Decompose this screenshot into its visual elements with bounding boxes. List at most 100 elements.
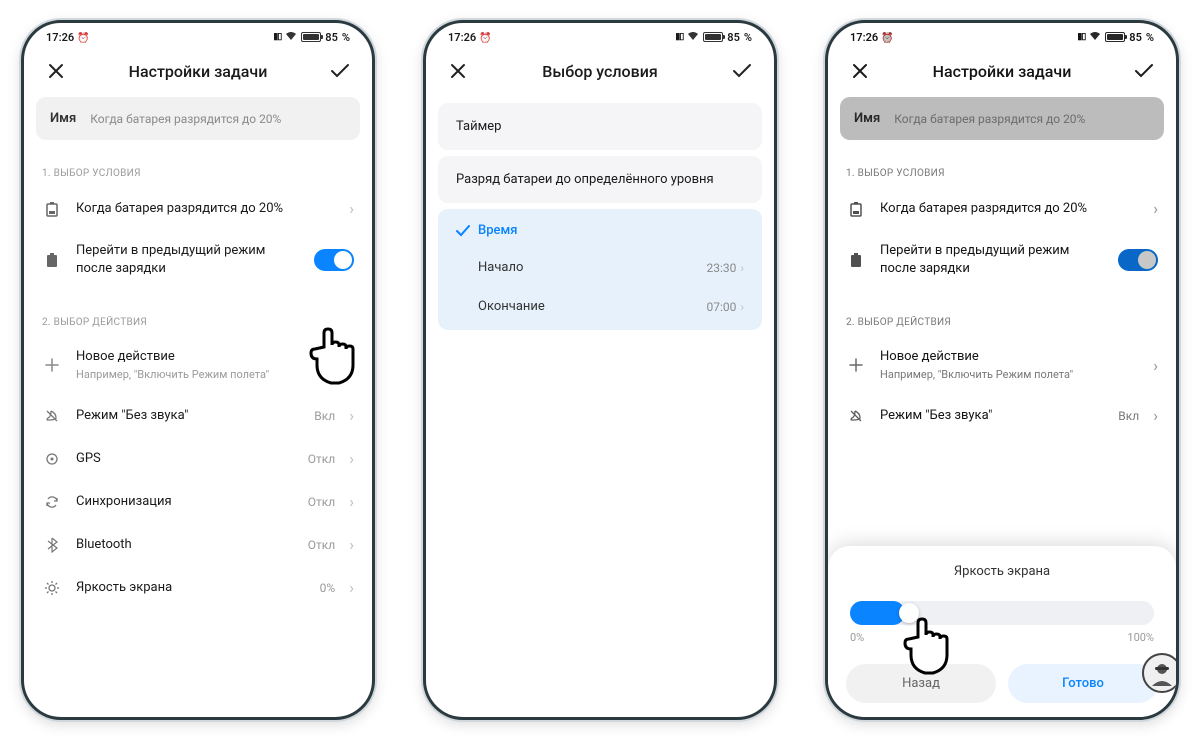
action-value: Откл [308, 495, 335, 509]
status-right: ▮▯ 85% [1077, 31, 1154, 44]
name-label: Имя [50, 111, 76, 126]
brightness-icon [42, 581, 62, 595]
battery-pct: 85 [727, 31, 740, 44]
time-end-label: Окончание [478, 299, 545, 314]
battery-low-icon [42, 201, 62, 217]
battery-full-icon [42, 252, 62, 268]
action-row-brightness[interactable]: Яркость экрана 0% › [36, 566, 360, 609]
action-value: Вкл [314, 409, 335, 423]
option-timer[interactable]: Таймер [438, 103, 762, 150]
wifi-icon [687, 31, 699, 44]
option-label: Таймер [456, 119, 501, 134]
brightness-slider[interactable] [850, 601, 1154, 625]
confirm-icon[interactable] [1132, 59, 1156, 83]
new-action-row[interactable]: Новое действие Например, "Включить Режим… [840, 336, 1164, 394]
action-row-mute[interactable]: Режим "Без звука" Вкл › [36, 394, 360, 437]
check-icon [456, 225, 470, 237]
time-start-value: 23:30 [707, 261, 737, 275]
task-name-field[interactable]: Имя Когда батарея разрядится до 20% [36, 97, 360, 140]
section-condition-header: 1. ВЫБОР УСЛОВИЯ [36, 140, 360, 187]
status-bar: 17:26⏰ ▮▯ 85% [426, 23, 774, 47]
option-label: Время [478, 223, 517, 238]
condition-row[interactable]: Когда батарея разрядится до 20% › [36, 187, 360, 230]
time-end-row[interactable]: Окончание 07:00› [438, 287, 762, 326]
cancel-button[interactable]: Назад [846, 664, 996, 703]
revert-row: Перейти в предыдущий режим после зарядки [840, 230, 1164, 289]
battery-pct: 85 [325, 31, 338, 44]
battery-full-icon [846, 252, 866, 268]
alarm-icon: ⏰ [77, 33, 89, 44]
confirm-icon[interactable] [730, 59, 754, 83]
action-label: Bluetooth [76, 536, 294, 554]
signal-icon: ▮▯ [675, 32, 683, 42]
close-icon[interactable] [44, 59, 68, 83]
condition-text: Когда батарея разрядится до 20% [880, 200, 1139, 218]
action-label: Режим "Без звука" [880, 407, 1104, 425]
alarm-icon: ⏰ [479, 33, 491, 44]
chevron-right-icon: › [1153, 406, 1158, 425]
confirm-icon[interactable] [328, 59, 352, 83]
phone-1: 17:26⏰ ▮▯ 85% Настройки задачи Имя Когда… [21, 20, 375, 720]
chevron-right-icon: › [349, 535, 354, 554]
revert-text: Перейти в предыдущий режим после зарядки [76, 242, 300, 277]
revert-toggle[interactable] [314, 249, 354, 271]
battery-icon [1105, 32, 1125, 42]
chevron-right-icon: › [349, 199, 354, 218]
slider-min-label: 0% [850, 631, 864, 644]
condition-row[interactable]: Когда батарея разрядится до 20% › [840, 187, 1164, 230]
new-action-sub: Например, "Включить Режим полета" [880, 368, 1139, 383]
alarm-icon: ⏰ [881, 33, 893, 44]
action-label: Яркость экрана [76, 579, 306, 597]
section-action-header: 2. ВЫБОР ДЕЙСТВИЯ [36, 289, 360, 336]
action-value: 0% [320, 581, 336, 595]
name-value: Когда батарея разрядится до 20% [90, 112, 346, 126]
section-condition-header: 1. ВЫБОР УСЛОВИЯ [840, 140, 1164, 187]
time-end-value: 07:00 [707, 300, 737, 314]
chevron-right-icon: › [1153, 356, 1158, 375]
battery-low-icon [846, 201, 866, 217]
option-time-selected: Время Начало 23:30› Окончание 07:00› [438, 209, 762, 330]
action-row-bluetooth[interactable]: Bluetooth Откл › [36, 523, 360, 566]
chevron-right-icon: › [740, 300, 744, 314]
option-time-header[interactable]: Время [438, 209, 762, 248]
status-right: ▮▯ 85% [675, 31, 752, 44]
action-value: Вкл [1118, 409, 1139, 423]
brightness-sheet: Яркость экрана 0% 100% Назад Готово [828, 546, 1176, 717]
time-start-row[interactable]: Начало 23:30› [438, 248, 762, 287]
condition-text: Когда батарея разрядится до 20% [76, 200, 335, 218]
page-title: Настройки задачи [933, 62, 1072, 81]
time-start-label: Начало [478, 260, 523, 275]
new-action-row[interactable]: Новое действие Например, "Включить Режим… [36, 336, 360, 394]
header: Выбор условия [426, 47, 774, 97]
action-row-mute[interactable]: Режим "Без звука" Вкл › [840, 394, 1164, 437]
page-title: Выбор условия [542, 62, 657, 81]
chevron-right-icon: › [1153, 199, 1158, 218]
status-bar: 17:26⏰ ▮▯ 85% [828, 23, 1176, 47]
status-time: 17:26⏰ [850, 31, 894, 44]
done-button[interactable]: Готово [1008, 664, 1158, 703]
phone-2: 17:26⏰ ▮▯ 85% Выбор условия Таймер Разря… [423, 20, 777, 720]
action-row-sync[interactable]: Синхронизация Откл › [36, 480, 360, 523]
mute-icon [42, 409, 62, 423]
status-time: 17:26⏰ [46, 31, 90, 44]
close-icon[interactable] [446, 59, 470, 83]
header: Настройки задачи [24, 47, 372, 97]
status-right: ▮▯ 85% [273, 31, 350, 44]
chevron-right-icon: › [349, 449, 354, 468]
slider-thumb[interactable] [899, 603, 919, 623]
action-label: Синхронизация [76, 493, 294, 511]
bluetooth-icon [42, 537, 62, 553]
revert-toggle[interactable] [1118, 249, 1158, 271]
revert-text: Перейти в предыдущий режим после зарядки [880, 242, 1104, 277]
close-icon[interactable] [848, 59, 872, 83]
slider-max-label: 100% [1127, 631, 1154, 644]
action-label: Режим "Без звука" [76, 407, 300, 425]
option-battery-level[interactable]: Разряд батареи до определённого уровня [438, 156, 762, 203]
chevron-right-icon: › [349, 356, 354, 375]
wifi-icon [1089, 31, 1101, 44]
signal-icon: ▮▯ [273, 32, 281, 42]
gps-icon [42, 452, 62, 466]
action-row-gps[interactable]: GPS Откл › [36, 437, 360, 480]
status-time: 17:26⏰ [448, 31, 492, 44]
task-name-field[interactable]: Имя Когда батарея разрядится до 20% [840, 97, 1164, 140]
